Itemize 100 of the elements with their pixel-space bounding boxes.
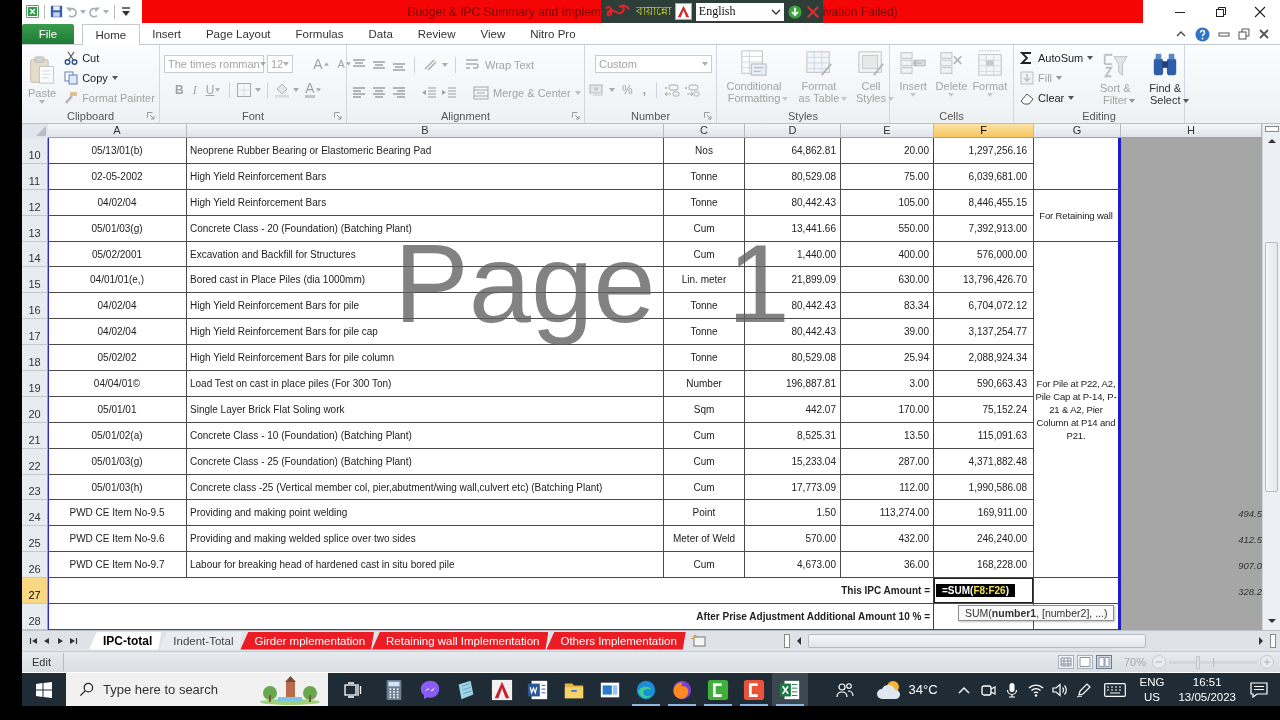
split-handle-icon[interactable] [1270,634,1276,648]
sheet-tab[interactable]: IPC-total [89,631,162,650]
split-handle-icon[interactable] [784,634,790,648]
sheet-tab[interactable]: Retaining wall Implementation [372,631,549,650]
borders-icon[interactable] [236,82,253,98]
close-window-icon[interactable] [1258,28,1270,40]
restore-window-icon[interactable] [1238,28,1250,40]
ribbon-tab[interactable]: File [22,24,74,44]
page-break-view-icon[interactable] [1095,655,1112,669]
normal-view-icon[interactable] [1057,655,1074,669]
script-logo-icon[interactable] [603,3,632,20]
row-header[interactable]: 18 [22,345,48,371]
volume-icon[interactable] [1051,681,1068,698]
ribbon-tab[interactable]: Page Layout [193,24,284,44]
ribbon-tab[interactable]: Formulas [283,24,356,44]
help-icon[interactable] [1195,27,1210,42]
row-header[interactable]: 28 [22,604,48,630]
pen-icon[interactable] [1075,681,1092,698]
caret-icon[interactable] [442,63,448,67]
previous-sheet-icon[interactable] [42,636,52,646]
new-sheet-icon[interactable] [689,633,708,648]
temperature[interactable]: 34°C [908,682,938,697]
align-right-icon[interactable] [391,85,407,101]
align-left-icon[interactable] [351,85,367,101]
last-sheet-icon[interactable] [68,636,78,646]
column-header[interactable]: G [1034,124,1121,138]
row-header[interactable]: 19 [22,371,48,397]
caret-icon[interactable] [103,9,109,14]
search-field[interactable]: Type here to search [94,679,258,700]
row-header[interactable]: 10 [22,138,48,164]
ribbon-tab[interactable]: Data [356,24,406,44]
column-header[interactable]: F [934,124,1034,138]
language-dropdown[interactable]: English [695,2,784,21]
row-header[interactable]: 27 [22,578,48,605]
text-orientation-icon[interactable] [422,57,438,73]
row-header[interactable]: 23 [22,474,48,501]
ribbon-tab[interactable]: Nitro Pro [517,24,589,44]
caret-icon[interactable] [80,9,86,14]
sheet-tab[interactable]: Indent-Total [159,631,243,650]
column-header[interactable]: B [187,124,664,138]
dialog-launcher-icon[interactable] [334,112,342,120]
row-header[interactable]: 21 [22,422,48,449]
first-sheet-icon[interactable] [29,636,39,646]
align-center-icon[interactable] [371,85,387,101]
input-region[interactable]: US [1144,689,1160,705]
ribbon-tab[interactable]: Insert [139,24,194,44]
zoom-slider-thumb[interactable] [1196,655,1201,669]
sheet-tab[interactable]: Others Implementation [546,631,686,650]
dialog-launcher-icon[interactable] [147,112,155,120]
fill-bucket-icon[interactable] [274,82,291,98]
split-handle-icon[interactable] [1264,126,1279,132]
autosum-button[interactable]: AutoSum [1018,48,1096,68]
start-icon[interactable] [36,681,52,698]
row-header[interactable]: 15 [22,267,48,294]
row-header[interactable]: 24 [22,500,48,527]
input-language[interactable]: ENG [1139,674,1165,690]
cut-button[interactable]: Cut [62,48,157,68]
scrollbar-thumb[interactable] [1265,242,1278,492]
caret-icon[interactable] [293,88,300,92]
spreadsheet-logo-icon[interactable] [26,5,39,18]
row-header[interactable]: 20 [22,396,48,423]
clock-date[interactable]: 13/05/2023 [1178,689,1236,705]
redo-icon[interactable] [88,5,101,18]
task-view-icon[interactable] [344,681,362,698]
clock-time[interactable]: 16:51 [1192,674,1222,690]
peak-tile-icon[interactable] [674,3,692,20]
save-icon[interactable] [50,5,63,18]
keyboard-icon[interactable] [1103,682,1126,697]
decrease-indent-icon[interactable] [421,85,437,101]
taskbar-button[interactable] [772,673,808,706]
row-header[interactable]: 16 [22,293,48,320]
row-header[interactable]: 26 [22,552,48,579]
copy-button[interactable]: Copy [62,68,157,88]
clear-button[interactable]: Clear [1018,88,1096,108]
ribbon-tab[interactable]: Review [405,24,468,44]
row-header[interactable]: 25 [22,526,48,553]
page-layout-view-icon[interactable] [1076,655,1093,669]
search-box[interactable]: Type here to search [66,673,328,706]
column-header[interactable]: D [745,124,841,138]
column-header[interactable]: A [48,124,187,138]
dialog-launcher-icon[interactable] [704,112,712,120]
row-header[interactable]: 22 [22,448,48,475]
row-header[interactable]: 13 [22,215,48,242]
caret-icon[interactable] [255,88,262,92]
row-header[interactable]: 11 [22,163,48,190]
row-header[interactable]: 14 [22,241,48,268]
row-header[interactable]: 12 [22,189,48,216]
column-header[interactable]: H [1121,124,1262,138]
cell-editor[interactable]: =SUM(F8:F26) [936,584,1015,598]
ribbon-tab[interactable]: Home [82,24,140,45]
increase-indent-icon[interactable] [441,85,457,101]
notification-icon[interactable] [1250,681,1268,698]
customize-caret-icon[interactable] [122,6,130,17]
scrollbar-thumb[interactable] [808,634,1146,648]
sheet-tab[interactable]: Girder mplementation [240,631,375,650]
people-icon[interactable] [836,681,854,698]
caret-icon[interactable] [609,88,615,92]
find-button[interactable]: Find & Select [1143,50,1196,106]
column-header[interactable]: C [664,124,745,138]
column-header[interactable]: E [841,124,934,138]
